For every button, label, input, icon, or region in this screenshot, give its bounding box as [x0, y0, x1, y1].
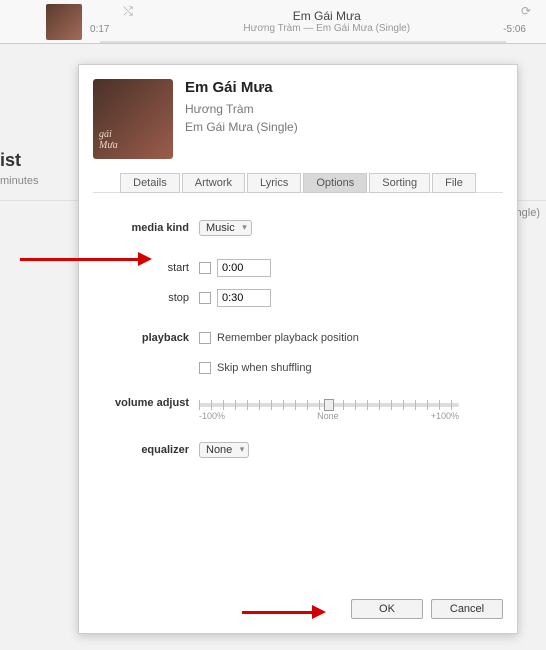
- volume-slider-thumb[interactable]: [324, 399, 334, 411]
- label-stop: stop: [99, 292, 199, 304]
- time-remaining: -5:06: [503, 24, 526, 35]
- slider-max-label: +100%: [431, 411, 459, 421]
- dialog-artwork: [93, 79, 173, 159]
- tab-file[interactable]: File: [432, 173, 476, 193]
- now-playing-artwork: [46, 4, 82, 40]
- start-time-input[interactable]: [217, 259, 271, 277]
- now-playing-subtitle: Hương Tràm — Em Gái Mưa (Single): [117, 23, 536, 34]
- dialog-artist: Hương Tràm: [185, 100, 298, 118]
- slider-mid-label: None: [317, 411, 339, 421]
- slider-min-label: -100%: [199, 411, 225, 421]
- sidebar-fragment: ist minutes: [0, 150, 39, 187]
- skip-shuffle-checkbox[interactable]: [199, 362, 211, 374]
- seek-track[interactable]: [100, 41, 506, 43]
- volume-slider[interactable]: [199, 403, 459, 407]
- cancel-button[interactable]: Cancel: [431, 599, 503, 619]
- dialog-album: Em Gái Mưa (Single): [185, 118, 298, 136]
- song-info-dialog: Em Gái Mưa Hương Tràm Em Gái Mưa (Single…: [78, 64, 518, 634]
- ok-button[interactable]: OK: [351, 599, 423, 619]
- dialog-tabs: Details Artwork Lyrics Options Sorting F…: [93, 173, 503, 193]
- repeat-icon[interactable]: ⟳: [518, 4, 534, 18]
- now-playing-title: Em Gái Mưa: [117, 9, 536, 23]
- tab-details[interactable]: Details: [120, 173, 180, 193]
- skip-shuffle-label: Skip when shuffling: [217, 362, 312, 374]
- remember-position-checkbox[interactable]: [199, 332, 211, 344]
- start-checkbox[interactable]: [199, 262, 211, 274]
- media-kind-select[interactable]: Music: [199, 220, 252, 236]
- stop-checkbox[interactable]: [199, 292, 211, 304]
- shuffle-icon[interactable]: ⤭: [120, 4, 136, 19]
- remember-position-label: Remember playback position: [217, 332, 359, 344]
- label-media-kind: media kind: [99, 222, 199, 234]
- tab-options[interactable]: Options: [303, 173, 367, 193]
- label-volume-adjust: volume adjust: [99, 397, 199, 409]
- tab-lyrics[interactable]: Lyrics: [247, 173, 301, 193]
- stop-time-input[interactable]: [217, 289, 271, 307]
- player-bar: 0:17 Em Gái Mưa Hương Tràm — Em Gái Mưa …: [0, 0, 546, 44]
- time-elapsed: 0:17: [90, 24, 109, 35]
- label-equalizer: equalizer: [99, 444, 199, 456]
- tab-sorting[interactable]: Sorting: [369, 173, 430, 193]
- label-start: start: [99, 262, 199, 274]
- dialog-title: Em Gái Mưa: [185, 79, 298, 96]
- label-playback: playback: [99, 332, 199, 344]
- tab-artwork[interactable]: Artwork: [182, 173, 245, 193]
- equalizer-select[interactable]: None: [199, 442, 249, 458]
